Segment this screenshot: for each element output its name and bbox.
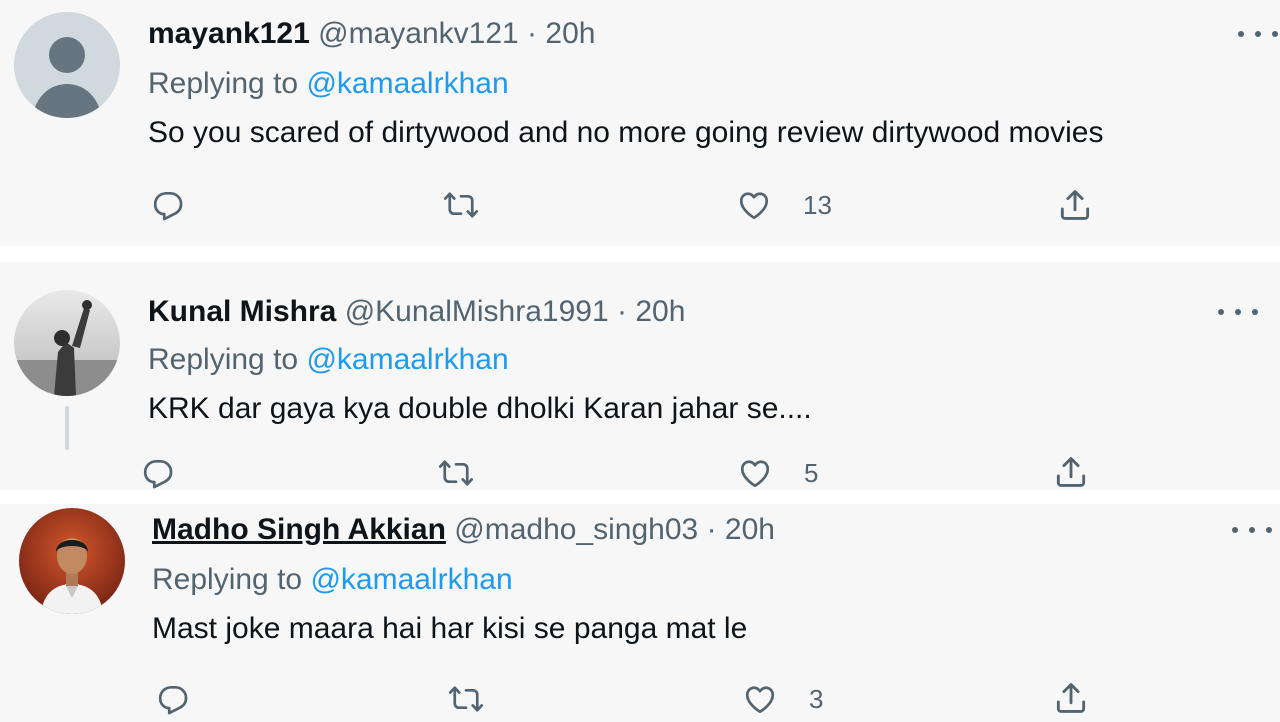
tweet-text: KRK dar gaya kya double dholki Karan jah…: [148, 392, 812, 425]
retweet-icon: [443, 192, 479, 218]
tweet-card[interactable]: Kunal Mishra @KunalMishra1991 · 20h Repl…: [0, 262, 1280, 490]
share-icon: [1056, 683, 1086, 713]
reply-icon: [153, 191, 183, 221]
mention-link[interactable]: @kamaalrkhan: [310, 563, 512, 596]
tweet-header: Kunal Mishra @KunalMishra1991 · 20h: [148, 294, 685, 330]
share-button[interactable]: [1052, 453, 1090, 491]
tweet-card[interactable]: mayank121 @mayankv121 · 20h Replying to …: [0, 0, 1280, 246]
retweet-button[interactable]: [437, 455, 475, 491]
reply-icon: [158, 685, 188, 715]
tweet-text: So you scared of dirtywood and no more g…: [148, 116, 1104, 149]
more-options-icon[interactable]: [1232, 520, 1272, 540]
mention-link[interactable]: @kamaalrkhan: [306, 343, 508, 376]
default-profile-icon: [14, 12, 120, 118]
like-icon: [745, 686, 775, 714]
timestamp[interactable]: 20h: [545, 17, 595, 50]
like-button[interactable]: 5: [736, 455, 818, 491]
timestamp[interactable]: 20h: [635, 295, 685, 328]
like-count: 3: [809, 683, 824, 714]
separator-dot: ·: [706, 513, 717, 546]
display-name[interactable]: mayank121: [148, 17, 310, 50]
avatar[interactable]: [19, 508, 125, 614]
like-button[interactable]: 3: [741, 681, 823, 717]
replying-label: Replying to: [152, 563, 303, 596]
retweet-icon: [448, 686, 484, 712]
avatar[interactable]: [14, 12, 120, 118]
reply-icon: [143, 459, 173, 489]
separator-dot: ·: [617, 295, 627, 328]
user-handle[interactable]: @mayankv121: [318, 17, 519, 50]
share-icon: [1060, 190, 1090, 220]
share-button[interactable]: [1056, 186, 1094, 224]
user-handle[interactable]: @KunalMishra1991: [345, 295, 609, 328]
like-button[interactable]: 13: [735, 187, 832, 223]
like-icon: [740, 460, 770, 488]
avatar[interactable]: [14, 290, 120, 396]
tweet-header: mayank121 @mayankv121 · 20h: [148, 16, 595, 52]
more-options-icon[interactable]: [1218, 302, 1258, 322]
share-icon: [1056, 457, 1086, 487]
reply-button[interactable]: [140, 455, 176, 491]
replying-label: Replying to: [148, 343, 299, 376]
replying-label: Replying to: [148, 67, 299, 100]
replying-to: Replying to @kamaalrkhan: [148, 342, 509, 378]
replying-to: Replying to @kamaalrkhan: [152, 562, 513, 598]
share-button[interactable]: [1052, 679, 1090, 717]
mention-link[interactable]: @kamaalrkhan: [306, 67, 508, 100]
replying-to: Replying to @kamaalrkhan: [148, 66, 509, 102]
like-count: 13: [803, 189, 832, 220]
tweet-header: Madho Singh Akkian @madho_singh03 · 20h: [152, 512, 775, 548]
like-count: 5: [804, 457, 819, 488]
tweet-text: Mast joke maara hai har kisi se panga ma…: [152, 612, 748, 645]
separator-dot: ·: [527, 17, 538, 50]
retweet-button[interactable]: [447, 681, 485, 717]
reply-button[interactable]: [155, 681, 191, 717]
user-handle[interactable]: @madho_singh03: [454, 513, 698, 546]
tweet-card[interactable]: Madho Singh Akkian @madho_singh03 · 20h …: [0, 504, 1280, 722]
thread-line: [65, 406, 69, 450]
photo-avatar: [14, 290, 120, 396]
retweet-icon: [438, 460, 474, 486]
retweet-button[interactable]: [442, 187, 480, 223]
timestamp[interactable]: 20h: [725, 513, 775, 546]
more-options-icon[interactable]: [1238, 24, 1278, 44]
display-name[interactable]: Madho Singh Akkian: [152, 513, 446, 546]
like-icon: [739, 192, 769, 220]
reply-button[interactable]: [150, 187, 186, 223]
display-name[interactable]: Kunal Mishra: [148, 295, 336, 328]
photo-avatar: [19, 508, 125, 614]
